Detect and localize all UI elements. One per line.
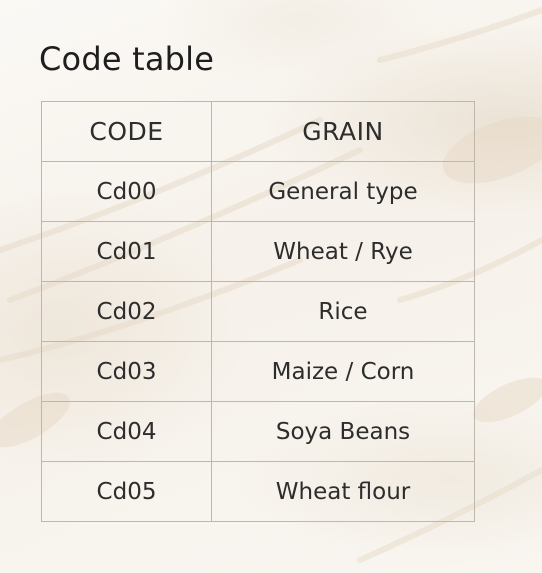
code-cell: Cd04: [41, 401, 212, 462]
table-row: Cd03 Maize / Corn: [41, 341, 475, 402]
column-header-code: CODE: [41, 101, 212, 162]
code-cell: Cd01: [41, 221, 212, 282]
page-title: Code table: [39, 40, 215, 78]
table-row: Cd02 Rice: [41, 281, 475, 342]
table-row: Cd00 General type: [41, 161, 475, 222]
table-row: Cd05 Wheat flour: [41, 461, 475, 522]
table-row: Cd04 Soya Beans: [41, 401, 475, 462]
grain-cell: General type: [211, 161, 475, 222]
grain-cell: Wheat flour: [211, 461, 475, 522]
column-header-grain: GRAIN: [211, 101, 475, 162]
code-cell: Cd02: [41, 281, 212, 342]
code-cell: Cd03: [41, 341, 212, 402]
code-cell: Cd00: [41, 161, 212, 222]
code-table: CODE GRAIN Cd00 General type Cd01 Wheat …: [41, 101, 475, 522]
grain-cell: Soya Beans: [211, 401, 475, 462]
table-row: Cd01 Wheat / Rye: [41, 221, 475, 282]
grain-cell: Rice: [211, 281, 475, 342]
grain-cell: Maize / Corn: [211, 341, 475, 402]
grain-cell: Wheat / Rye: [211, 221, 475, 282]
table-header-row: CODE GRAIN: [41, 101, 475, 162]
code-cell: Cd05: [41, 461, 212, 522]
